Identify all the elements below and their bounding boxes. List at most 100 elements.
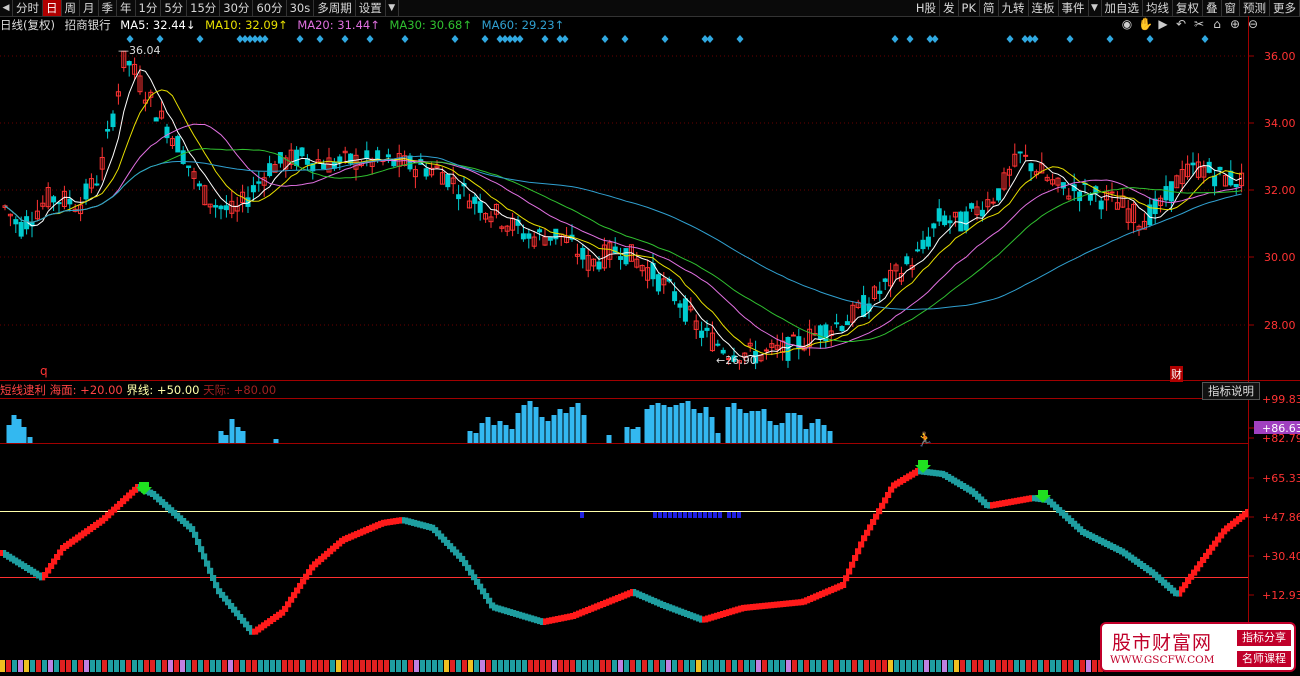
osc-segment [609, 597, 613, 605]
strip-cell [330, 660, 335, 672]
osc-segment [255, 626, 259, 635]
strip-cell [576, 660, 581, 672]
bottom-strip [0, 660, 1103, 672]
hist-bar [467, 431, 473, 443]
signal-diamond [931, 35, 939, 43]
osc-segment [846, 568, 850, 582]
osc-segment [102, 515, 106, 524]
watermark-logo: 股市财富网 WWW.GSCFW.COM 指标分享 名师课程 [1100, 622, 1296, 672]
osc-segment [336, 540, 340, 550]
candle-body [83, 183, 89, 200]
osc-segment [264, 620, 268, 629]
osc-segment [1161, 577, 1165, 586]
osc-segment [1158, 574, 1162, 584]
osc-segment [633, 589, 637, 597]
osc-segment [159, 496, 163, 506]
osc-segment [216, 582, 220, 595]
strip-cell [372, 660, 377, 672]
hist-bar [709, 417, 715, 443]
strip-cell [474, 660, 479, 672]
strip-cell [834, 660, 839, 672]
osc-segment [1134, 556, 1138, 565]
candle-body [299, 147, 305, 157]
hist-bar [797, 415, 803, 443]
hist-bar [223, 435, 229, 443]
osc-segment [165, 501, 169, 511]
osc-segment [1146, 565, 1150, 574]
hist-bar [630, 429, 636, 443]
candle-body [321, 163, 327, 170]
strip-cell [168, 660, 173, 672]
osc-segment [108, 509, 112, 519]
osc-segment [939, 470, 943, 477]
candle-body [110, 113, 116, 128]
osc-segment [873, 513, 877, 525]
candle-body [294, 149, 300, 167]
strip-cell [1074, 660, 1079, 672]
osc-segment [858, 541, 862, 555]
candle-body [785, 337, 791, 361]
osc-segment [900, 477, 904, 485]
hist-bar [491, 425, 497, 443]
osc-segment [999, 500, 1003, 508]
strip-cell [1050, 660, 1055, 672]
osc-segment [963, 483, 967, 491]
osc-segment [174, 509, 178, 519]
osc-segment [663, 602, 667, 610]
candle-body [223, 205, 229, 211]
hist-bar [731, 403, 737, 443]
indicator-help-button[interactable]: 指标说明 [1202, 382, 1260, 400]
kline-chart[interactable]: 36.0034.0032.0030.0028.00 🏃 +99.83+86.63… [0, 0, 1300, 676]
osc-segment [300, 578, 304, 589]
strip-cell [714, 660, 719, 672]
osc-segment [303, 573, 307, 585]
osc-segment [630, 589, 634, 597]
strip-cell [594, 660, 599, 672]
osc-segment [915, 468, 919, 476]
osc-segment [1107, 541, 1111, 549]
osc-segment [171, 507, 175, 516]
hist-bar [218, 431, 224, 443]
hist-bar [803, 429, 809, 443]
ind-tick-label: +47.86 [1262, 511, 1300, 524]
strip-cell [510, 660, 515, 672]
signal-square [732, 512, 736, 518]
strip-cell [858, 660, 863, 672]
osc-segment [1116, 545, 1120, 553]
strip-cell [234, 660, 239, 672]
osc-segment [321, 553, 325, 563]
cai-marker: 财 [1170, 366, 1183, 382]
osc-segment [909, 471, 913, 480]
signal-square [698, 512, 702, 518]
osc-segment [315, 558, 319, 568]
osc-segment [1023, 496, 1027, 503]
osc-segment [603, 599, 607, 607]
hist-bar [497, 421, 503, 443]
osc-segment [642, 592, 646, 601]
indicator-name[interactable]: 短线逮利 [0, 383, 46, 397]
bound-line: 界线: +50.00 [126, 383, 200, 397]
candle-body [1098, 200, 1104, 210]
osc-segment [297, 582, 301, 594]
strip-cell [480, 660, 485, 672]
osc-segment [1020, 496, 1024, 504]
osc-segment [27, 565, 31, 573]
candle-body [67, 198, 73, 205]
signal-diamond [1201, 35, 1209, 43]
candle-body [13, 219, 19, 225]
strip-cell [60, 660, 65, 672]
hist-bar [563, 413, 569, 443]
signal-diamond [601, 35, 609, 43]
osc-segment [684, 609, 688, 617]
strip-cell [336, 660, 341, 672]
osc-segment [735, 606, 739, 614]
osc-segment [1197, 561, 1201, 572]
candle-body [861, 295, 867, 317]
candle-body [699, 330, 705, 338]
osc-segment [525, 613, 529, 621]
watermark-tag-share: 指标分享 [1237, 630, 1291, 646]
osc-segment [699, 615, 703, 623]
signal-diamond [196, 35, 204, 43]
strip-cell [324, 660, 329, 672]
osc-segment [792, 599, 796, 607]
